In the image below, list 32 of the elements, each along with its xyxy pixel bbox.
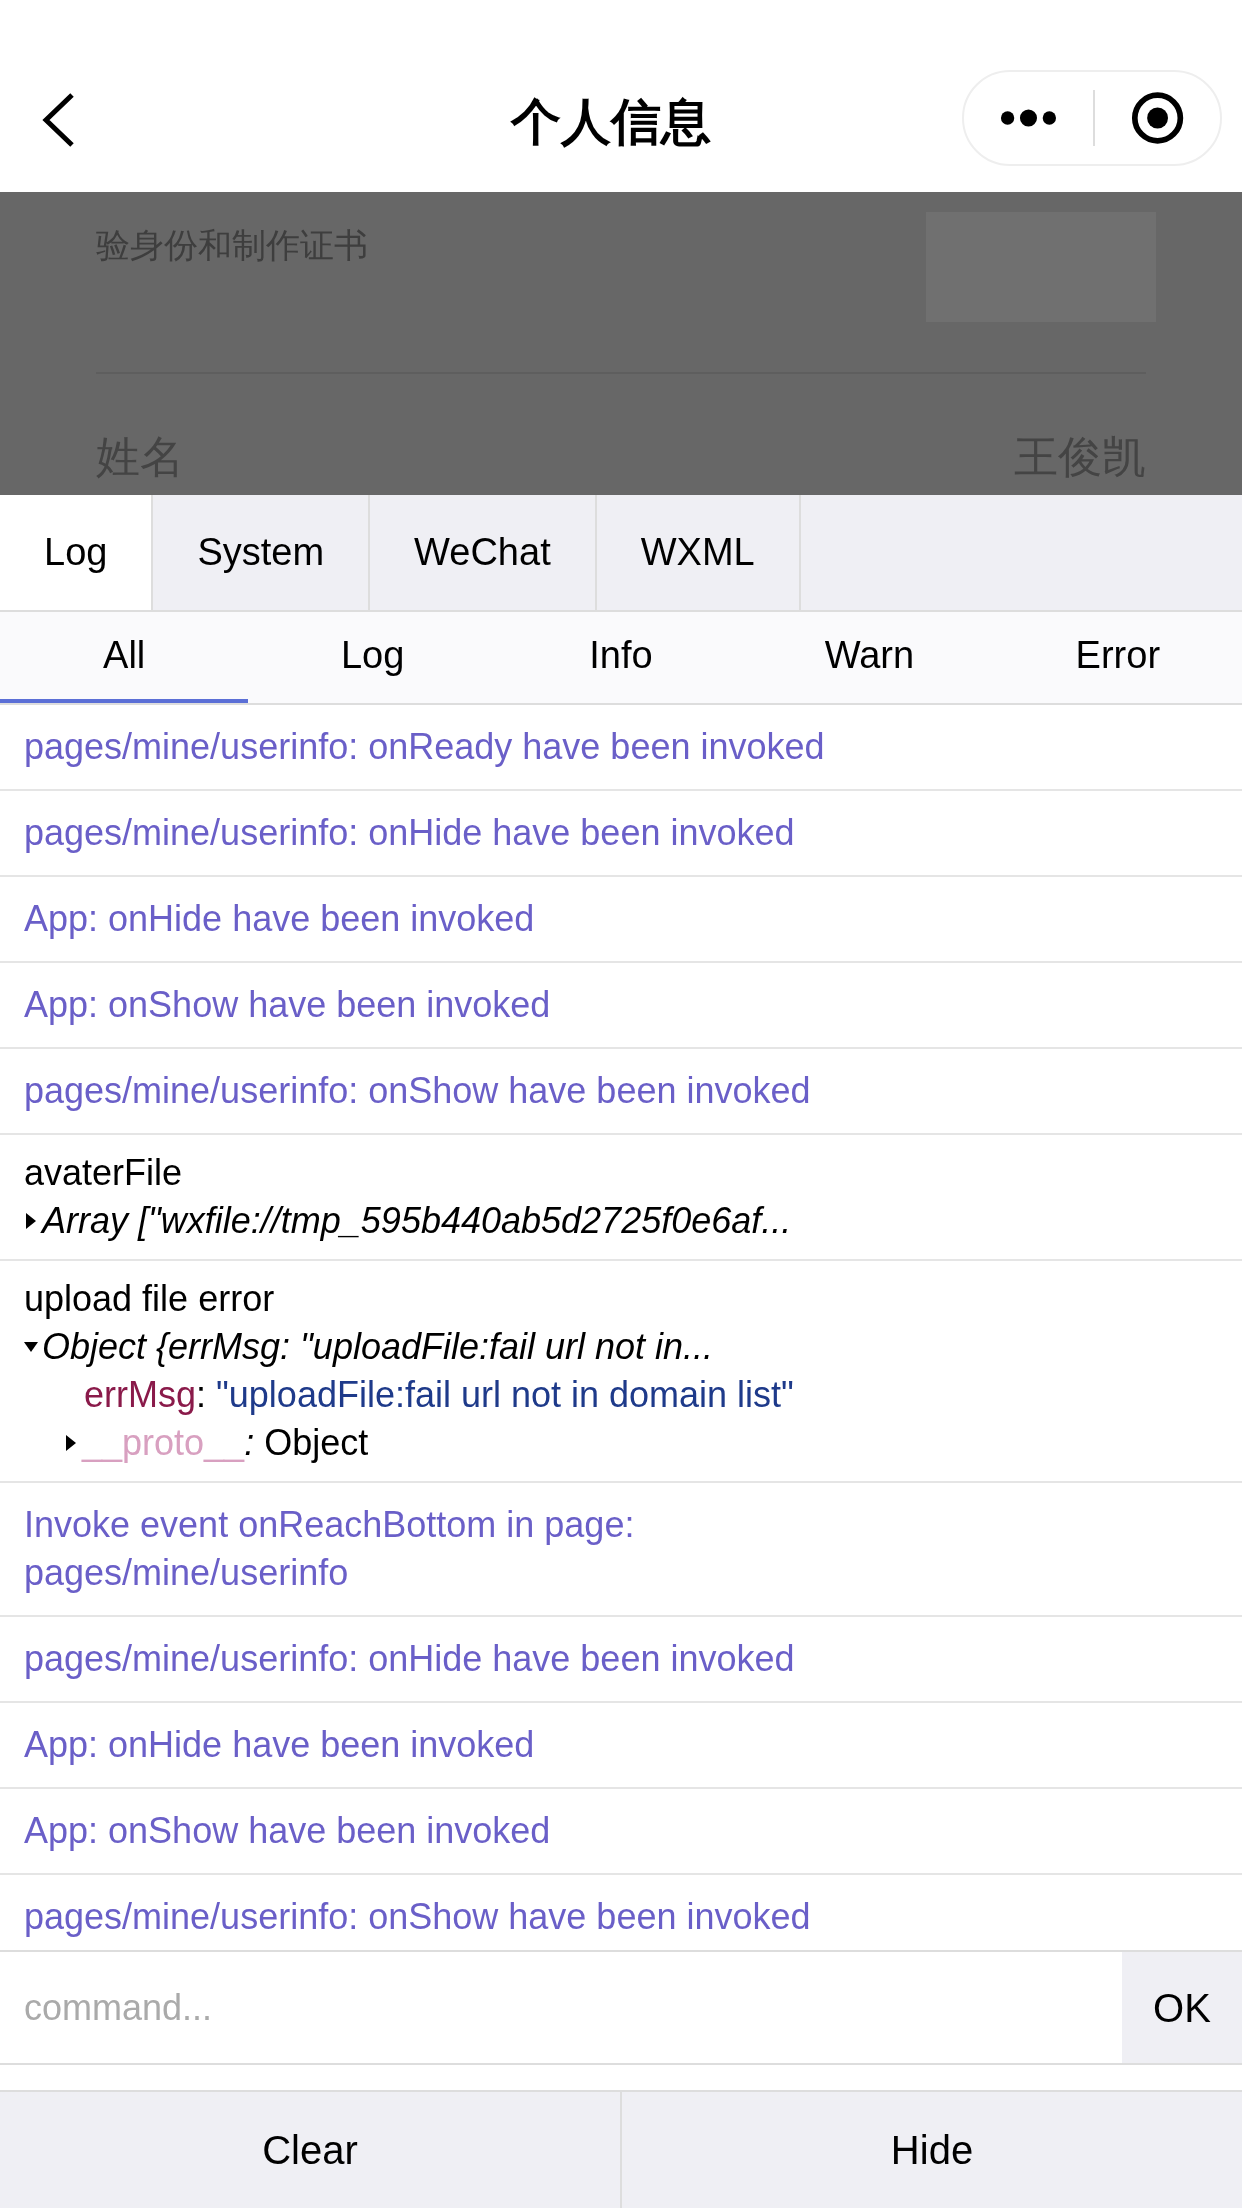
filter-tab[interactable]: Warn	[745, 612, 994, 703]
back-icon[interactable]	[40, 92, 76, 148]
log-message: pages/mine/userinfo: onHide have been invoked	[24, 1637, 796, 1681]
object-property: errMsg: "uploadFile:fail url not in domain list"	[83, 1373, 795, 1417]
collapsed-triangle-icon[interactable]	[24, 1212, 38, 1230]
prototype-property[interactable]: __proto__: Object	[82, 1419, 369, 1467]
log-message: pages/mine/userinfo: onShow have been invoked	[24, 1069, 812, 1113]
command-input[interactable]: command...	[0, 1952, 1122, 2063]
ok-button[interactable]: OK	[1122, 1952, 1242, 2063]
filter-tab[interactable]: All	[0, 612, 249, 703]
log-message: App: onHide have been invoked	[24, 897, 536, 941]
log-message: App: onShow have been invoked	[24, 1809, 552, 1853]
filter-tab[interactable]: Info	[496, 612, 746, 703]
log-label: upload file error	[24, 1277, 276, 1321]
page-title: 个人信息	[509, 93, 712, 152]
footer-button[interactable]: Hide	[620, 2092, 1242, 2208]
footer-button[interactable]: Clear	[0, 2092, 620, 2208]
panel-tab[interactable]: Log	[0, 495, 154, 610]
log-message: Invoke event onReachBottom in page: pages/mine/userinfo	[24, 1503, 636, 1595]
log-message: App: onShow have been invoked	[24, 983, 552, 1027]
object-summary[interactable]: Array ["wxfile://tmp_595b440ab5d2725f0e6af...	[42, 1197, 792, 1245]
log-message: pages/mine/userinfo: onShow have been invoked	[24, 1895, 812, 1939]
log-message: App: onHide have been invoked	[24, 1723, 536, 1767]
log-message: pages/mine/userinfo: onHide have been invoked	[24, 811, 796, 855]
collapsed-triangle-icon[interactable]	[64, 1434, 78, 1452]
close-target-icon[interactable]	[1130, 90, 1184, 146]
more-icon[interactable]	[1000, 108, 1057, 128]
object-summary[interactable]: Object {errMsg: "uploadFile:fail url not in...	[42, 1323, 714, 1371]
filter-tab[interactable]: Log	[248, 612, 497, 703]
log-label: avaterFile	[24, 1151, 184, 1195]
filter-tab[interactable]: Error	[993, 612, 1242, 703]
log-message: pages/mine/userinfo: onReady have been invoked	[24, 725, 826, 769]
